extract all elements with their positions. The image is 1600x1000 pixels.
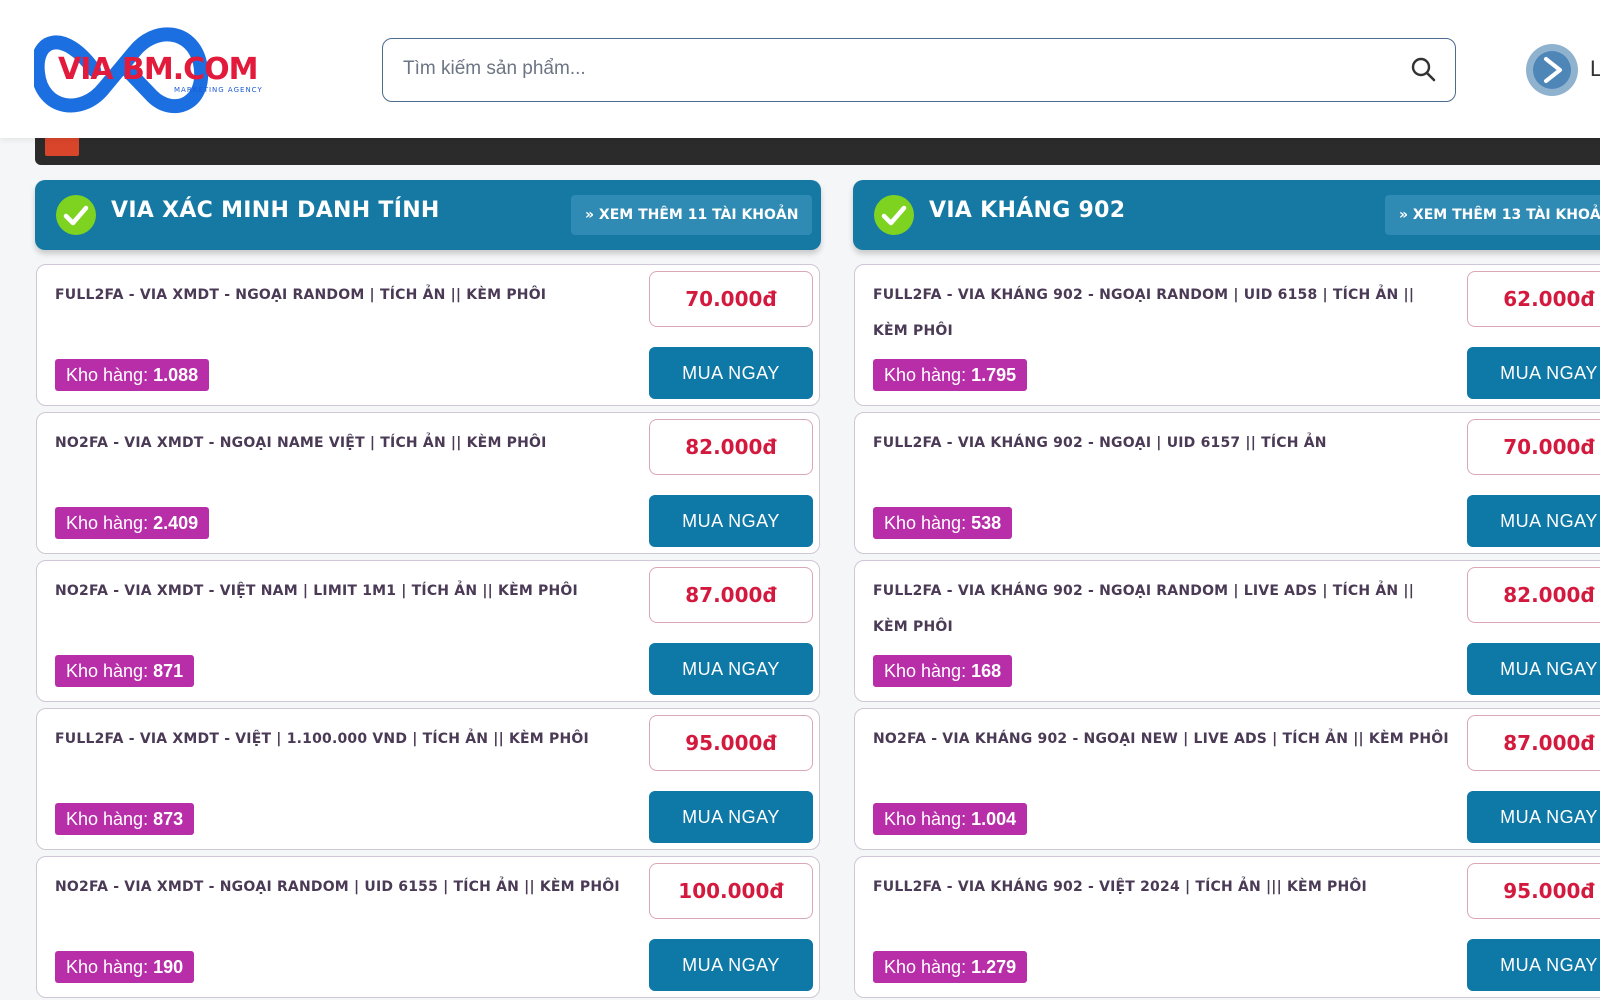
- product-name: FULL2FA - VIA KHÁNG 902 - NGOẠI | UID 61…: [873, 435, 1327, 451]
- stock-label: Kho hàng:: [66, 957, 149, 977]
- stock-label: Kho hàng:: [884, 809, 967, 829]
- stock-badge: Kho hàng: 190: [55, 951, 195, 983]
- product-name: FULL2FA - VIA KHÁNG 902 - VIỆT 2024 | TÍ…: [873, 879, 1367, 895]
- search-icon[interactable]: [1409, 55, 1437, 83]
- buy-now-button[interactable]: MUA NGAY: [1467, 643, 1600, 695]
- see-more-button[interactable]: » XEM THÊM 13 TÀI KHOẢN: [1385, 195, 1600, 235]
- stock-badge: Kho hàng: 1.795: [873, 359, 1028, 391]
- buy-now-button[interactable]: MUA NGAY: [1467, 347, 1600, 399]
- stock-badge: Kho hàng: 1.088: [55, 359, 210, 391]
- product-card: NO2FA - VIA XMDT - NGOẠI RANDOM | UID 61…: [36, 856, 820, 998]
- buy-now-button[interactable]: MUA NGAY: [649, 347, 813, 399]
- stock-label: Kho hàng:: [66, 365, 149, 385]
- product-name: FULL2FA - VIA KHÁNG 902 - NGOẠI RANDOM |…: [873, 583, 1415, 635]
- product-card: FULL2FA - VIA KHÁNG 902 - NGOẠI RANDOM |…: [854, 560, 1600, 702]
- stock-count: 1.795: [971, 365, 1017, 385]
- stock-count: 190: [153, 957, 184, 977]
- stock-badge: Kho hàng: 873: [55, 803, 195, 835]
- check-circle-icon: [874, 195, 914, 235]
- price-tag: 82.000đ: [1467, 567, 1600, 623]
- product-card: FULL2FA - VIA XMDT - NGOẠI RANDOM | TÍCH…: [36, 264, 820, 406]
- buy-now-button[interactable]: MUA NGAY: [649, 791, 813, 843]
- price-tag: 95.000đ: [1467, 863, 1600, 919]
- product-name: NO2FA - VIA XMDT - NGOẠI NAME VIỆT | TÍC…: [55, 435, 547, 451]
- product-name: NO2FA - VIA XMDT - NGOẠI RANDOM | UID 61…: [55, 879, 620, 895]
- see-more-button[interactable]: » XEM THÊM 11 TÀI KHOẢN: [571, 195, 813, 235]
- product-card: FULL2FA - VIA XMDT - VIỆT | 1.100.000 VN…: [36, 708, 820, 850]
- product-card: NO2FA - VIA KHÁNG 902 - NGOẠI NEW | LIVE…: [854, 708, 1600, 850]
- stock-label: Kho hàng:: [884, 365, 967, 385]
- stock-label: Kho hàng:: [66, 513, 149, 533]
- stock-count: 1.279: [971, 957, 1017, 977]
- stock-count: 1.088: [153, 365, 199, 385]
- search-input[interactable]: [403, 39, 1363, 99]
- price-tag: 62.000đ: [1467, 271, 1600, 327]
- search-box: [382, 38, 1456, 102]
- buy-now-button[interactable]: MUA NGAY: [1467, 495, 1600, 547]
- stock-label: Kho hàng:: [884, 661, 967, 681]
- stock-count: 2.409: [153, 513, 199, 533]
- stock-label: Kho hàng:: [66, 661, 149, 681]
- stock-count: 168: [971, 661, 1002, 681]
- stock-badge: Kho hàng: 2.409: [55, 507, 210, 539]
- site-header: VIA BM.COM MARKETING AGENCY L: [0, 0, 1600, 138]
- stock-label: Kho hàng:: [884, 513, 967, 533]
- price-tag: 100.000đ: [649, 863, 813, 919]
- buy-now-button[interactable]: MUA NGAY: [649, 495, 813, 547]
- price-tag: 70.000đ: [649, 271, 813, 327]
- logo-text: VIA BM.COM: [58, 52, 259, 87]
- stock-badge: Kho hàng: 168: [873, 655, 1013, 687]
- stock-count: 1.004: [971, 809, 1017, 829]
- logo-tagline: MARKETING AGENCY: [174, 86, 263, 94]
- stock-badge: Kho hàng: 538: [873, 507, 1013, 539]
- stock-label: Kho hàng:: [884, 957, 967, 977]
- stock-count: 871: [153, 661, 184, 681]
- buy-now-button[interactable]: MUA NGAY: [649, 939, 813, 991]
- section-title: VIA XÁC MINH DANH TÍNH: [111, 198, 440, 223]
- price-tag: 95.000đ: [649, 715, 813, 771]
- product-name: FULL2FA - VIA XMDT - NGOẠI RANDOM | TÍCH…: [55, 287, 547, 303]
- price-tag: 87.000đ: [1467, 715, 1600, 771]
- buy-now-button[interactable]: MUA NGAY: [649, 643, 813, 695]
- product-card: FULL2FA - VIA KHÁNG 902 - NGOẠI RANDOM |…: [854, 264, 1600, 406]
- stock-badge: Kho hàng: 1.004: [873, 803, 1028, 835]
- buy-now-button[interactable]: MUA NGAY: [1467, 939, 1600, 991]
- check-circle-icon: [56, 195, 96, 235]
- product-name: NO2FA - VIA KHÁNG 902 - NGOẠI NEW | LIVE…: [873, 731, 1449, 747]
- login-label[interactable]: L: [1590, 56, 1600, 82]
- product-name: FULL2FA - VIA XMDT - VIỆT | 1.100.000 VN…: [55, 731, 589, 747]
- category-icon: [45, 136, 79, 156]
- buy-now-button[interactable]: MUA NGAY: [1467, 791, 1600, 843]
- price-tag: 82.000đ: [649, 419, 813, 475]
- product-name: FULL2FA - VIA KHÁNG 902 - NGOẠI RANDOM |…: [873, 287, 1415, 339]
- product-card: NO2FA - VIA XMDT - VIỆT NAM | LIMIT 1M1 …: [36, 560, 820, 702]
- login-icon[interactable]: [1524, 42, 1580, 98]
- stock-badge: Kho hàng: 871: [55, 655, 195, 687]
- section-header-via-xmdt: VIA XÁC MINH DANH TÍNH » XEM THÊM 11 TÀI…: [35, 180, 821, 250]
- stock-count: 538: [971, 513, 1002, 533]
- stock-badge: Kho hàng: 1.279: [873, 951, 1028, 983]
- section-title: VIA KHÁNG 902: [929, 198, 1126, 223]
- section-header-via-khang-902: VIA KHÁNG 902 » XEM THÊM 13 TÀI KHOẢN: [853, 180, 1600, 250]
- price-tag: 70.000đ: [1467, 419, 1600, 475]
- product-card: FULL2FA - VIA KHÁNG 902 - NGOẠI | UID 61…: [854, 412, 1600, 554]
- stock-label: Kho hàng:: [66, 809, 149, 829]
- stock-count: 873: [153, 809, 184, 829]
- site-logo[interactable]: VIA BM.COM MARKETING AGENCY: [30, 18, 262, 122]
- product-card: NO2FA - VIA XMDT - NGOẠI NAME VIỆT | TÍC…: [36, 412, 820, 554]
- product-name: NO2FA - VIA XMDT - VIỆT NAM | LIMIT 1M1 …: [55, 583, 578, 599]
- price-tag: 87.000đ: [649, 567, 813, 623]
- product-card: FULL2FA - VIA KHÁNG 902 - VIỆT 2024 | TÍ…: [854, 856, 1600, 998]
